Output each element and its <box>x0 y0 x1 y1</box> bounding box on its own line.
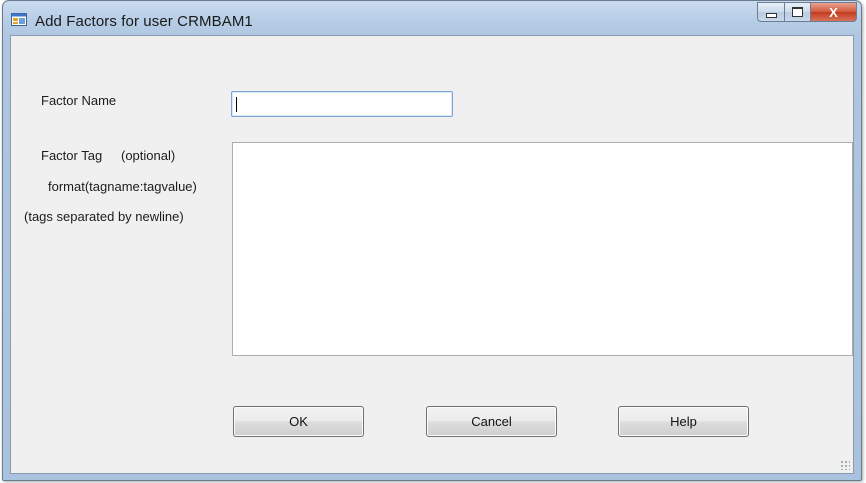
optional-label: (optional) <box>121 148 176 163</box>
title-bar[interactable]: Add Factors for user CRMBAM1 X <box>3 1 861 35</box>
maximize-button[interactable] <box>784 2 810 22</box>
resize-grip[interactable] <box>840 460 850 470</box>
caption-buttons: X <box>757 2 857 22</box>
ok-button[interactable]: OK <box>233 406 364 437</box>
dialog-client-area: Factor Name Factor Tag (optional) format… <box>10 35 854 474</box>
cancel-button[interactable]: Cancel <box>426 406 557 437</box>
text-caret <box>236 97 237 112</box>
help-button[interactable]: Help <box>618 406 749 437</box>
maximize-icon <box>792 7 803 17</box>
dialog-window: Add Factors for user CRMBAM1 X Factor Na… <box>2 0 862 481</box>
separator-hint-label: (tags separated by newline) <box>24 209 184 224</box>
format-hint-label: format(tagname:tagvalue) <box>48 179 197 194</box>
window-title: Add Factors for user CRMBAM1 <box>35 13 253 30</box>
close-icon: X <box>829 4 838 20</box>
minimize-button[interactable] <box>757 2 784 22</box>
minimize-icon <box>765 12 777 18</box>
close-button[interactable]: X <box>810 2 857 22</box>
form-window-icon <box>11 13 27 26</box>
factor-name-label: Factor Name <box>41 93 117 108</box>
factor-tag-textarea[interactable] <box>232 142 853 356</box>
factor-tag-label: Factor Tag <box>41 148 103 163</box>
factor-name-input[interactable] <box>231 91 453 117</box>
